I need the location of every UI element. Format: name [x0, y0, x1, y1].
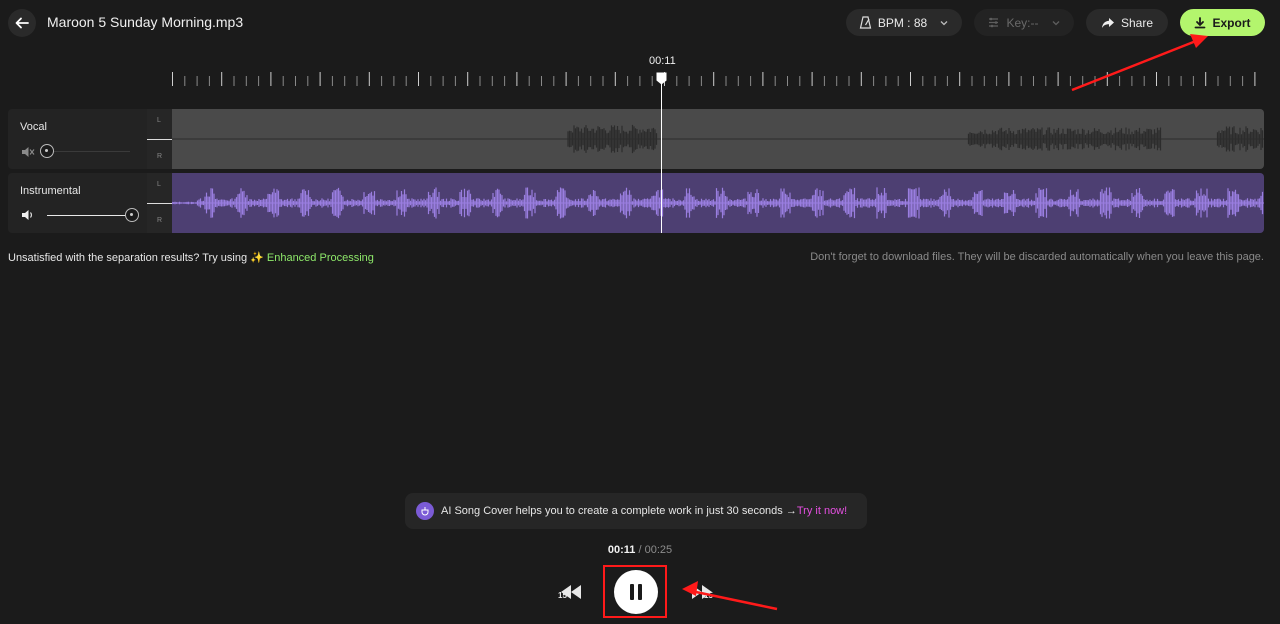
instrumental-channel-labels: L R — [147, 173, 172, 233]
rewind-seconds-label: 15 — [558, 591, 567, 600]
right-channel-label: R — [157, 217, 163, 224]
key-dropdown[interactable]: Key:-- — [974, 9, 1074, 36]
bpm-label: BPM : 88 — [877, 15, 928, 30]
playhead-line — [661, 84, 662, 233]
forward-15-button[interactable]: 15 — [690, 583, 716, 606]
arrow-left-icon — [15, 17, 29, 29]
ai-song-cover-banner[interactable]: AI Song Cover helps you to create a comp… — [405, 493, 867, 529]
chevron-down-icon — [940, 20, 948, 25]
instrumental-waveform[interactable] — [172, 173, 1264, 233]
track-instrumental-name: Instrumental — [20, 185, 81, 197]
track-vocal-panel: Vocal — [8, 109, 147, 169]
metronome-icon — [859, 16, 872, 29]
time-separator: / — [635, 544, 645, 556]
file-title: Maroon 5 Sunday Morning.mp3 — [47, 14, 244, 30]
share-arrow-icon — [1101, 17, 1114, 28]
try-it-now-link[interactable]: Try it now! — [797, 505, 847, 517]
speaker-muted-icon[interactable] — [21, 146, 35, 158]
highlight-box — [603, 565, 667, 618]
enhanced-processing-prompt: Unsatisfied with the separation results?… — [8, 251, 374, 264]
export-label: Export — [1212, 15, 1251, 30]
annotation-overlay — [682, 34, 1208, 611]
vocal-waveform-graphic — [172, 124, 1264, 154]
track-instrumental-panel: Instrumental — [8, 173, 147, 233]
instrumental-volume-knob[interactable] — [125, 208, 139, 222]
track-instrumental: Instrumental L R — [8, 173, 1264, 233]
current-time: 00:11 — [607, 544, 636, 556]
top-bar: Maroon 5 Sunday Morning.mp3 BPM : 88 Key… — [0, 0, 1280, 46]
left-channel-label: L — [157, 117, 161, 124]
instrumental-volume-track[interactable] — [47, 215, 127, 216]
speaker-icon[interactable] — [21, 209, 35, 221]
rewind-15-button[interactable]: 15 — [557, 583, 583, 606]
download-notice: Don't forget to download files. They wil… — [810, 251, 1264, 263]
key-label: Key:-- — [1006, 15, 1039, 30]
instrumental-waveform-graphic — [172, 187, 1264, 219]
tuning-icon — [989, 17, 999, 28]
ai-cover-icon — [416, 502, 434, 520]
left-channel-label: L — [157, 181, 161, 188]
right-channel-label: R — [157, 153, 163, 160]
promo-text: AI Song Cover helps you to create a comp… — [441, 505, 797, 517]
timeline-ruler[interactable] — [172, 72, 1264, 86]
vocal-volume-track[interactable] — [54, 151, 130, 152]
track-vocal-name: Vocal — [20, 121, 47, 133]
enhanced-processing-link[interactable]: ✨ Enhanced Processing — [250, 252, 374, 264]
vocal-volume-knob[interactable] — [40, 144, 54, 158]
playback-time: 00:11 / 00:25 — [0, 544, 1280, 556]
chevron-down-icon — [1052, 20, 1059, 25]
vocal-channel-labels: L R — [147, 109, 172, 169]
share-label: Share — [1120, 15, 1154, 30]
share-button[interactable]: Share — [1086, 9, 1168, 36]
download-icon — [1195, 16, 1206, 28]
track-vocal: Vocal L R — [8, 109, 1264, 169]
playhead-time-label: 00:11 — [649, 55, 676, 67]
vocal-waveform[interactable] — [172, 109, 1264, 169]
back-button[interactable] — [8, 9, 36, 37]
total-time: 00:25 — [644, 544, 673, 556]
forward-seconds-label: 15 — [704, 591, 713, 600]
prompt-text: Unsatisfied with the separation results?… — [8, 252, 251, 264]
bpm-dropdown[interactable]: BPM : 88 — [846, 9, 962, 36]
export-button[interactable]: Export — [1180, 9, 1265, 36]
